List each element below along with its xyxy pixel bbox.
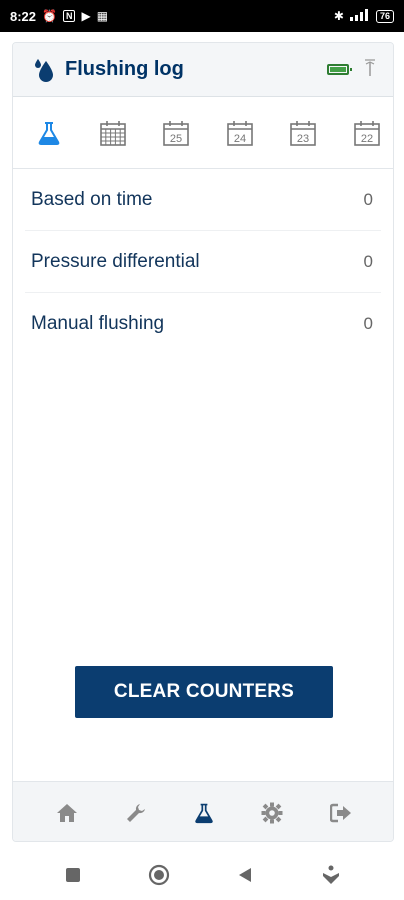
device-battery-icon [327,64,352,75]
row-label: Based on time [31,188,153,210]
circle-icon [148,864,170,886]
page-title: Flushing log [65,58,184,80]
home-icon [57,803,78,822]
list-item-based-on-time: Based on time 0 [25,169,381,231]
bluetooth-icon: ✱ [333,9,344,23]
antenna-icon [363,58,377,81]
nav-settings[interactable] [252,793,292,833]
back-triangle-icon [239,868,251,882]
tab-flask[interactable] [31,115,67,151]
bottom-nav [13,781,393,841]
battery-icon: 76 [375,9,394,23]
tab-day-label: 25 [170,133,182,145]
home-button[interactable] [144,860,174,890]
alarm-icon: ⏰ [42,9,57,23]
gear-icon [261,802,283,823]
accessibility-button[interactable] [316,860,346,890]
flask-icon [38,121,60,145]
tab-day-22[interactable]: 22 [349,115,385,151]
play-icon: ▶ [81,9,91,23]
system-navigation-bar [0,850,404,900]
notification-icons: ⏰ N ▶ ▦ [42,9,108,23]
calendar-icon [99,120,126,146]
app-icon: ▦ [96,9,109,23]
header-status [327,58,377,81]
tab-calendar[interactable] [95,115,131,151]
tab-day-24[interactable]: 24 [222,115,258,151]
tab-day-label: 24 [234,133,246,145]
calendar-day-icon: 23 [290,120,317,146]
recents-button[interactable] [58,860,88,890]
clear-counters-button[interactable]: CLEAR COUNTERS [75,666,333,718]
counter-list: Based on time 0 Pressure differential 0 … [13,169,393,355]
nav-flushing[interactable] [184,793,224,833]
tab-day-23[interactable]: 23 [285,115,321,151]
logout-icon [329,803,351,822]
nav-tools[interactable] [116,793,156,833]
flask-icon [195,803,213,823]
tab-day-25[interactable]: 25 [158,115,194,151]
row-label: Manual flushing [31,313,165,334]
calendar-day-icon: 24 [226,120,253,146]
status-bar: 8:22 ⏰ N ▶ ▦ ✱ 76 [0,0,404,32]
calendar-day-icon: 25 [163,120,189,146]
tab-bar: 25 24 23 22 [13,97,393,169]
status-time: 8:22 [10,8,37,24]
water-drop-icon [33,57,55,83]
row-value: 0 [363,314,373,333]
system-icons: ✱ 76 [333,8,394,24]
wrench-icon [126,803,145,822]
calendar-day-icon: 22 [354,120,380,146]
app-card: Flushing log 25 24 23 22 Based on time 0… [12,42,394,842]
row-value: 0 [363,251,373,271]
app-header: Flushing log [13,43,393,97]
nav-logout[interactable] [321,793,361,833]
row-label: Pressure differential [31,250,200,272]
tab-day-label: 23 [297,133,309,145]
list-item-pressure-differential: Pressure differential 0 [25,231,381,293]
signal-icon [349,8,370,24]
down-arrow-icon [323,865,339,884]
list-item-manual-flushing: Manual flushing 0 [25,293,381,355]
back-button[interactable] [230,860,260,890]
tab-day-label: 22 [361,133,373,145]
square-icon [66,868,80,882]
row-value: 0 [363,189,373,209]
nav-home[interactable] [47,793,87,833]
n-icon: N [62,10,76,22]
